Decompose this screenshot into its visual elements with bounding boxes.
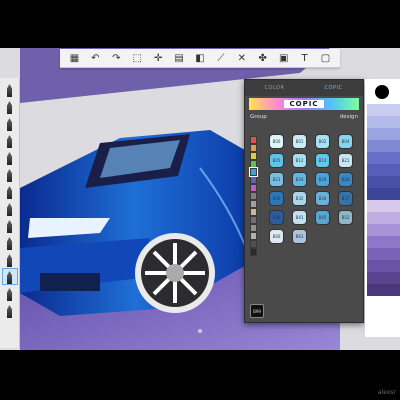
window-icon[interactable]: ▢: [319, 51, 333, 65]
watermark: alexsr: [377, 389, 396, 396]
tab-color[interactable]: COLOR: [245, 80, 304, 96]
copic-logo: COPIC: [283, 100, 325, 108]
color-group-strip: [249, 136, 258, 256]
group-header: Group design: [245, 110, 363, 120]
copic-swatch[interactable]: B23: [269, 172, 284, 187]
palette-color[interactable]: [367, 260, 400, 272]
color-group-item[interactable]: [250, 144, 257, 152]
color-group-item[interactable]: [250, 184, 257, 192]
color-palette: [367, 104, 400, 296]
color-group-item[interactable]: [250, 160, 257, 168]
palette-color[interactable]: [367, 284, 400, 296]
ink-brush[interactable]: [3, 133, 17, 148]
palette-color[interactable]: [367, 248, 400, 260]
copic-swatch[interactable]: B02: [315, 134, 330, 149]
chisel-brush[interactable]: [3, 184, 17, 199]
copic-swatch[interactable]: B26: [315, 172, 330, 187]
palette-color[interactable]: [367, 200, 400, 212]
copic-swatch[interactable]: B04: [338, 134, 353, 149]
undo-icon[interactable]: ↶: [88, 51, 102, 65]
pencil-brush[interactable]: [3, 82, 17, 97]
redo-icon[interactable]: ↷: [109, 51, 123, 65]
copic-swatch[interactable]: B05: [269, 153, 284, 168]
tab-copic[interactable]: COPIC: [304, 80, 363, 96]
color-group-item[interactable]: [250, 176, 257, 184]
brush-library: [0, 78, 20, 348]
palette-color[interactable]: [367, 224, 400, 236]
copic-swatch[interactable]: B60: [269, 229, 284, 244]
copic-swatch[interactable]: B24: [292, 172, 307, 187]
copic-swatch[interactable]: B28: [338, 172, 353, 187]
palette-color[interactable]: [367, 176, 400, 188]
image-icon[interactable]: ▣: [277, 51, 291, 65]
color-group-item[interactable]: [249, 167, 258, 177]
palette-color[interactable]: [367, 116, 400, 128]
app-screen: ▦ ↶ ↷ ⬚ ✛ ▤ ◧ ⟋ ✕ ✤ ▣ T ▢ COLOR COPIC COPIC Group de…: [0, 48, 400, 350]
copic-swatch[interactable]: B00: [269, 134, 284, 149]
palette-color[interactable]: [367, 128, 400, 140]
marker-brush[interactable]: [3, 99, 17, 114]
color-sidebar: [365, 79, 400, 337]
color-group-item[interactable]: [250, 224, 257, 232]
felt-tip-brush[interactable]: [3, 235, 17, 250]
layers-icon[interactable]: ▤: [172, 51, 186, 65]
copic-swatch[interactable]: B41: [292, 210, 307, 225]
palette-color[interactable]: [367, 236, 400, 248]
palette-color[interactable]: [367, 272, 400, 284]
color-group-item[interactable]: [250, 248, 257, 256]
color-group-item[interactable]: [250, 200, 257, 208]
color-group-item[interactable]: [250, 240, 257, 248]
selected-marker-brush[interactable]: [1, 268, 18, 285]
select-icon[interactable]: ⬚: [130, 51, 144, 65]
copic-swatch[interactable]: B29: [269, 191, 284, 206]
copic-swatch[interactable]: B12: [292, 153, 307, 168]
transform-icon[interactable]: ✛: [151, 51, 165, 65]
copic-swatch[interactable]: B21: [338, 153, 353, 168]
palette-color[interactable]: [367, 188, 400, 200]
blender-brush[interactable]: [3, 252, 17, 267]
copic-banner: COPIC: [249, 98, 359, 110]
palette-color[interactable]: [367, 104, 400, 116]
copic-swatch[interactable]: B52: [338, 210, 353, 225]
color-tabs: COLOR COPIC: [245, 80, 363, 96]
copic-swatch[interactable]: B63: [292, 229, 307, 244]
grid-icon[interactable]: ▦: [67, 51, 81, 65]
copic-swatch[interactable]: B34: [315, 191, 330, 206]
palette-color[interactable]: [367, 212, 400, 224]
crop-icon[interactable]: ⟋: [214, 51, 228, 65]
copic-swatch[interactable]: B14: [315, 153, 330, 168]
fine-marker-brush[interactable]: [3, 201, 17, 216]
ruler-icon[interactable]: ◧: [193, 51, 207, 65]
color-group-item[interactable]: [250, 216, 257, 224]
symmetry-icon[interactable]: ✕: [235, 51, 249, 65]
text-icon[interactable]: T: [298, 51, 312, 65]
palette-color[interactable]: [367, 152, 400, 164]
palette-color[interactable]: [367, 140, 400, 152]
copic-swatch[interactable]: B39: [269, 210, 284, 225]
copic-swatch[interactable]: B45: [315, 210, 330, 225]
color-group-item[interactable]: [250, 208, 257, 216]
design-label[interactable]: design: [340, 114, 358, 120]
color-panel: COLOR COPIC COPIC Group design B00 B01 B02…: [244, 79, 364, 323]
copic-swatch[interactable]: B37: [338, 191, 353, 206]
color-group-item[interactable]: [250, 192, 257, 200]
group-label: Group: [250, 114, 267, 120]
current-color-swatch[interactable]: B99: [250, 304, 264, 318]
copic-swatch[interactable]: B01: [292, 134, 307, 149]
brush-icon[interactable]: ✤: [256, 51, 270, 65]
palette-color[interactable]: [367, 164, 400, 176]
smudge-brush[interactable]: [3, 303, 17, 318]
color-group-item[interactable]: [250, 136, 257, 144]
brush-pen-brush[interactable]: [3, 218, 17, 233]
color-group-item[interactable]: [250, 152, 257, 160]
pen-brush[interactable]: [3, 116, 17, 131]
current-color-indicator[interactable]: [375, 85, 389, 99]
paint-brush[interactable]: [3, 150, 17, 165]
color-group-item[interactable]: [250, 232, 257, 240]
airbrush-brush[interactable]: [3, 167, 17, 182]
eraser-brush[interactable]: [3, 286, 17, 301]
top-toolbar: ▦ ↶ ↷ ⬚ ✛ ▤ ◧ ⟋ ✕ ✤ ▣ T ▢: [60, 49, 340, 68]
copic-swatch[interactable]: B32: [292, 191, 307, 206]
